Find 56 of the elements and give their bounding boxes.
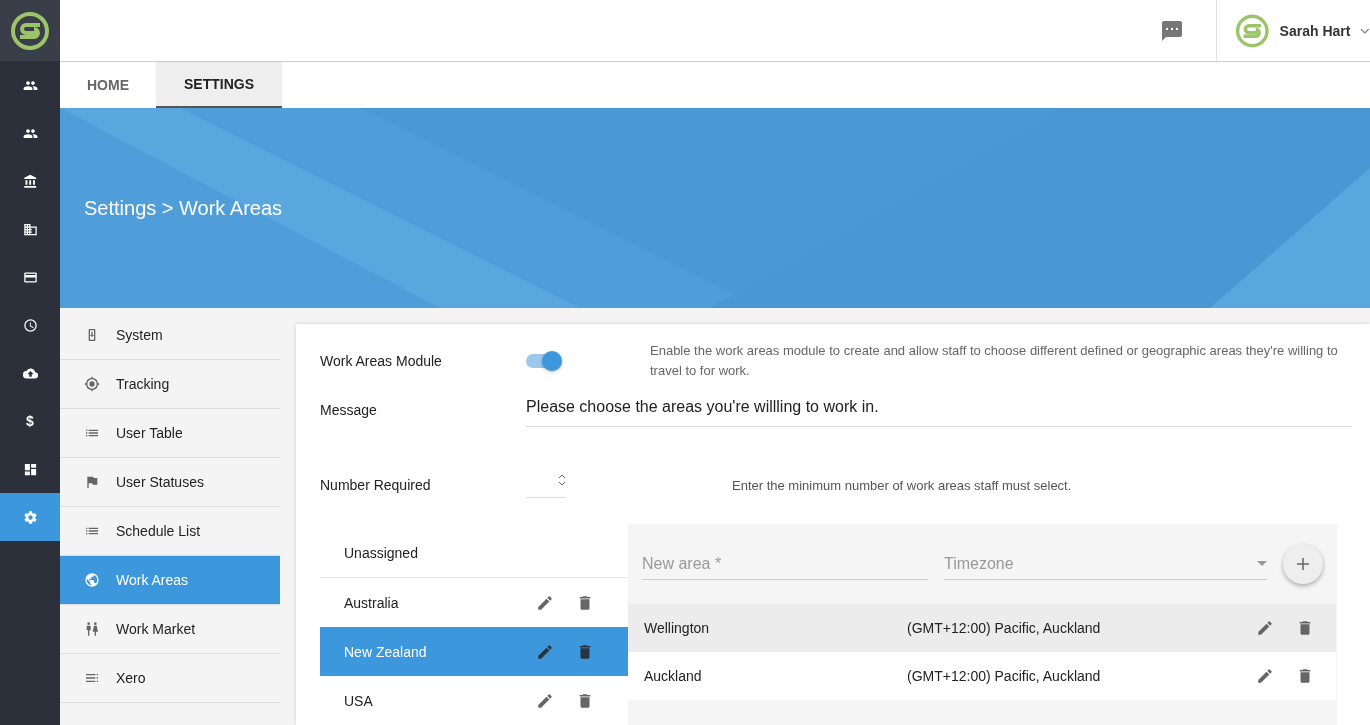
field-label: Work Areas Module [320,353,443,370]
hint-text: Enter the minimum number of work areas staff must select. [732,477,1072,493]
settings-menu-item[interactable]: User Statuses [60,458,280,507]
area-group-item[interactable]: USA [320,676,628,725]
settings-menu-item[interactable]: Xero [60,654,280,703]
target-icon [84,376,100,392]
building-icon [22,221,38,237]
chat-icon[interactable] [1160,18,1184,43]
edit-icon[interactable] [536,642,554,661]
globe-icon [84,572,100,588]
settings-menu-item[interactable]: Tracking [60,360,280,409]
toggle-switch[interactable] [526,354,560,369]
cloud-upload-icon [22,365,38,381]
field-label: Number Required [320,477,432,494]
group-name: USA [344,692,374,709]
flag-icon [84,474,100,490]
tab[interactable]: HOME [60,62,156,108]
dropdown-arrow-icon [1257,561,1267,566]
add-button[interactable] [1283,544,1323,584]
description: Enable the work areas module to create and allow staff to choose different defined or geographic areas they're willing to travel to for work. [650,342,1339,381]
people-icon [84,621,100,637]
dollar-icon: $ [26,413,34,429]
settings-icon [22,509,38,525]
field-label: Message [320,401,378,418]
group-name: Unassigned [344,544,419,561]
group-name: New Zealand [344,643,428,660]
breadcrumb: Settings > Work Areas [84,196,283,220]
bank-icon [22,173,38,189]
logo-icon [10,10,50,51]
spinner-arrows-icon[interactable] [558,472,566,487]
edit-icon[interactable] [536,593,554,612]
tab[interactable]: SETTINGS [156,62,282,108]
chevron-down-icon[interactable] [1360,27,1370,34]
area-name: Wellington [644,620,711,636]
message-field[interactable]: Please choose the areas you're willling to work in. [526,392,1352,428]
area-row[interactable]: Wellington (GMT+12:00) Pacific, Auckland [628,604,1336,652]
settings-menu-item[interactable]: User Table [60,409,280,458]
plus-icon [1294,555,1312,573]
area-row[interactable]: Auckland (GMT+12:00) Pacific, Auckland [628,652,1336,700]
avatar-logo-icon [1235,12,1270,49]
user-name[interactable]: Sarah Hart [1279,22,1351,39]
clock-icon [22,317,38,333]
area-timezone: (GMT+12:00) Pacific, Auckland [907,668,1102,684]
edit-icon[interactable] [1256,619,1274,637]
group-name: Australia [344,594,400,611]
rail-item[interactable]: $ [0,397,60,445]
edit-icon[interactable] [536,691,554,710]
new-area-field[interactable]: New area * [642,548,928,580]
number-field[interactable] [526,472,566,498]
area-name: Auckland [644,668,703,684]
settings-menu-item[interactable]: System [60,311,280,360]
edit-icon[interactable] [1256,667,1274,685]
area-group-item[interactable]: Australia [320,578,628,627]
dashboard-icon [22,461,38,477]
area-timezone: (GMT+12:00) Pacific, Auckland [907,620,1102,636]
settings-menu-item[interactable]: Work Market [60,605,280,654]
